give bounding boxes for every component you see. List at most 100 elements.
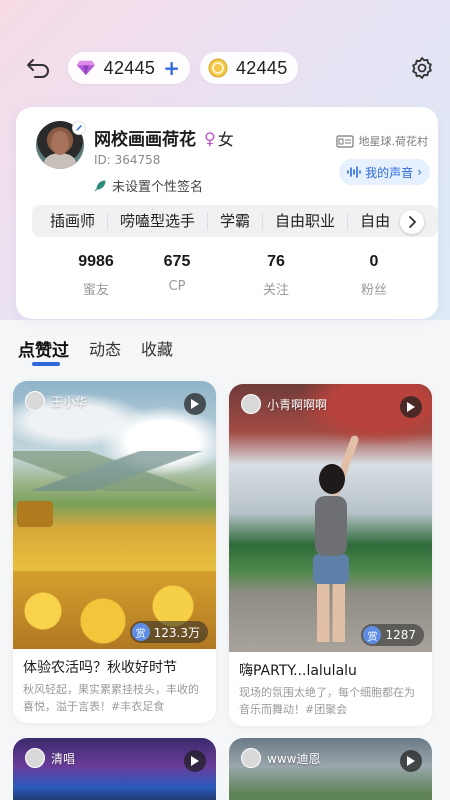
post-author[interactable]: 小青啊啊啊: [241, 394, 327, 414]
stat-value: 675: [163, 253, 191, 270]
tag[interactable]: 自由: [348, 212, 402, 230]
coin-count: 42445: [236, 57, 288, 78]
image-tractor: [17, 501, 53, 527]
tab-posts[interactable]: 动态: [89, 336, 121, 366]
stat-label: 关注: [262, 283, 289, 298]
back-button[interactable]: [22, 52, 54, 84]
stat-value: 76: [267, 253, 285, 270]
post-title: 体验农活吗？秋收好时节: [23, 660, 177, 676]
author-avatar: [25, 391, 45, 411]
play-button[interactable]: [400, 396, 422, 418]
gear-icon: [412, 57, 432, 79]
play-icon: [191, 399, 199, 409]
author-name: 小青啊啊啊: [267, 397, 328, 412]
active-tab-indicator: [32, 362, 60, 366]
feather-icon: [94, 179, 106, 191]
location: 地星球.荷花村: [335, 133, 429, 149]
author-name: 清唱: [51, 751, 76, 766]
stat-friends[interactable]: 9986 蜜友: [56, 253, 136, 298]
reward-icon: 赏: [363, 626, 382, 644]
play-button[interactable]: [184, 393, 206, 415]
feed-card[interactable]: 小青啊啊啊 赏 1287 嗨PARTY...lalulalu 现场的氛围太绝了，…: [229, 384, 432, 726]
reward-count: 1287: [385, 628, 416, 642]
stat-cp[interactable]: 675 CP: [137, 253, 217, 294]
post-image: [229, 384, 432, 652]
tags-row[interactable]: 插画师 唠嗑型选手 学霸 自由职业 自由: [32, 205, 438, 237]
post-author[interactable]: www迪恩: [241, 748, 320, 768]
author-avatar: [25, 748, 45, 768]
gem-icon: [76, 60, 95, 76]
top-bar: 42445 + 42445: [0, 50, 450, 86]
play-button[interactable]: [184, 750, 206, 772]
dancer-torso: [315, 496, 347, 556]
edit-avatar-button[interactable]: [72, 121, 86, 135]
pencil-icon: [76, 125, 82, 131]
dancer-head: [319, 464, 345, 494]
location-text: 地星球.荷花村: [358, 135, 429, 148]
add-gems-button[interactable]: +: [163, 58, 180, 78]
user-id: ID: 364758: [94, 153, 161, 167]
stat-value: 0: [369, 253, 379, 270]
stat-label: CP: [168, 279, 186, 294]
coin-icon: [208, 58, 228, 78]
signature[interactable]: 未设置个性签名: [94, 176, 203, 195]
dancer-legs: [317, 582, 345, 642]
play-button[interactable]: [400, 750, 422, 772]
my-voice-label: 我的声音: [365, 165, 414, 180]
tag[interactable]: 唠嗑型选手: [108, 212, 209, 230]
feed-card[interactable]: www迪恩: [229, 738, 432, 800]
tag[interactable]: 自由职业: [263, 212, 349, 230]
tags-scroll-button[interactable]: [400, 210, 424, 234]
back-arrow-icon: [27, 59, 49, 78]
reward-icon: 赏: [131, 623, 150, 641]
profile-name: 网校画画荷花: [94, 130, 196, 150]
stat-fans[interactable]: 0 粉丝: [334, 253, 414, 298]
settings-button[interactable]: [408, 54, 436, 82]
tag[interactable]: 学霸: [208, 212, 264, 230]
profile-card: 网校画画荷花 ♀ 女 ID: 364758 未设置个性签名 地星球.荷花村 我的…: [16, 107, 438, 319]
reward-badge: 赏 1287: [361, 624, 424, 646]
post-author[interactable]: 王小华: [25, 391, 87, 411]
post-author[interactable]: 清唱: [25, 748, 75, 768]
author-avatar: [241, 748, 261, 768]
feed-card[interactable]: 清唱: [13, 738, 216, 800]
post-description: 秋风轻起，果实累累挂枝头，丰收的喜悦，溢于言表！#丰衣足食: [23, 683, 199, 713]
play-icon: [407, 756, 415, 766]
feed-card[interactable]: 王小华 赏 123.3万 体验农活吗？秋收好时节 秋风轻起，果实累累挂枝头，丰收…: [13, 381, 216, 723]
avatar-body: [44, 153, 76, 169]
chevron-right-icon: ›: [417, 165, 422, 179]
gem-count: 42445: [103, 57, 156, 78]
author-name: www迪恩: [267, 751, 321, 766]
tab-favorites[interactable]: 收藏: [141, 336, 173, 366]
gem-balance[interactable]: 42445 +: [68, 52, 190, 84]
author-avatar: [241, 394, 261, 414]
coin-balance[interactable]: 42445: [200, 52, 298, 84]
post-description: 现场的氛围太绝了，每个细胞都在为音乐而舞动！#团聚会: [239, 686, 415, 716]
id-card-icon: [335, 134, 354, 148]
tags-track: 插画师 唠嗑型选手 学霸 自由职业 自由: [32, 205, 438, 237]
stat-following[interactable]: 76 关注: [236, 253, 316, 298]
play-icon: [407, 402, 415, 412]
stats-row: 9986 蜜友 675 CP 76 关注 0 粉丝: [16, 253, 438, 309]
gender: ♀ 女: [204, 126, 234, 150]
play-icon: [191, 756, 199, 766]
signature-text: 未设置个性签名: [112, 180, 204, 195]
image-mountains: [13, 451, 216, 491]
image-dancer: [301, 434, 361, 644]
stat-value: 9986: [78, 253, 114, 270]
tag[interactable]: 插画师: [38, 212, 109, 230]
post-title: 嗨PARTY...lalulalu: [239, 663, 357, 679]
reward-count: 123.3万: [153, 625, 200, 640]
stat-label: 蜜友: [82, 283, 109, 298]
post-image: [13, 381, 216, 649]
chevron-right-icon: [409, 216, 417, 228]
dancer-shorts: [313, 554, 349, 584]
reward-badge: 赏 123.3万: [129, 621, 208, 643]
my-voice-button[interactable]: 我的声音 ›: [339, 159, 430, 185]
sound-wave-icon: [347, 166, 361, 178]
stat-label: 粉丝: [360, 283, 387, 298]
author-name: 王小华: [51, 394, 88, 409]
female-icon: ♀: [204, 128, 216, 148]
avatar-face: [51, 131, 69, 155]
gender-label: 女: [217, 130, 234, 149]
